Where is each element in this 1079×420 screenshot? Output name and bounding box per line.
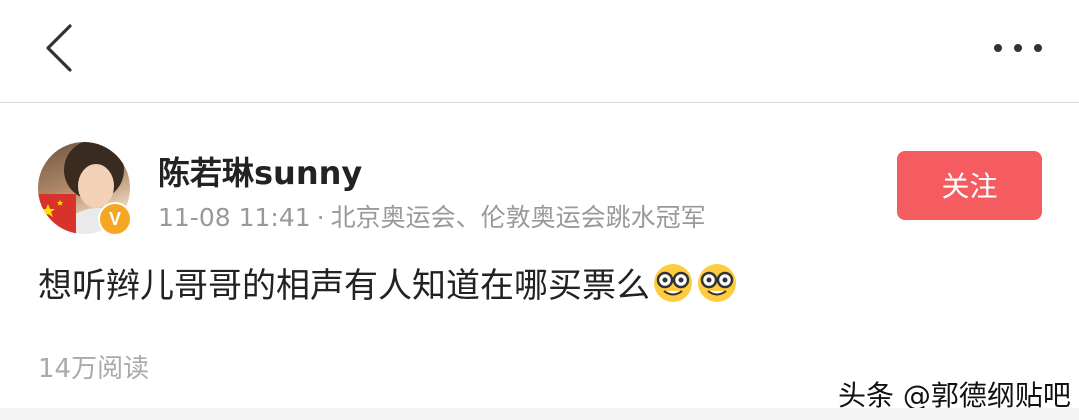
nerd-face-icon (654, 263, 692, 302)
top-bar (0, 0, 1079, 103)
nerd-face-icon (698, 263, 736, 302)
more-button[interactable] (984, 30, 1048, 66)
verified-badge: V (98, 202, 132, 236)
post-meta: 11-08 11:41 · 北京奥运会、伦敦奥运会跳水冠军 (158, 198, 706, 234)
back-button[interactable] (38, 22, 82, 78)
bottom-divider (0, 408, 1079, 420)
author-name[interactable]: 陈若琳sunny (158, 148, 362, 194)
author-bio: 北京奥运会、伦敦奥运会跳水冠军 (330, 203, 706, 232)
meta-separator: · (316, 203, 325, 232)
post-text: 想听辫儿哥哥的相声有人知道在哪买票么 (38, 266, 650, 306)
chevron-left-icon (46, 24, 72, 72)
follow-button[interactable]: 关注 (897, 151, 1042, 220)
post-content: 想听辫儿哥哥的相声有人知道在哪买票么 (38, 258, 738, 307)
post-time: 11-08 11:41 (158, 203, 311, 232)
read-count: 14万阅读 (38, 354, 150, 384)
more-horizontal-icon (994, 44, 1042, 52)
